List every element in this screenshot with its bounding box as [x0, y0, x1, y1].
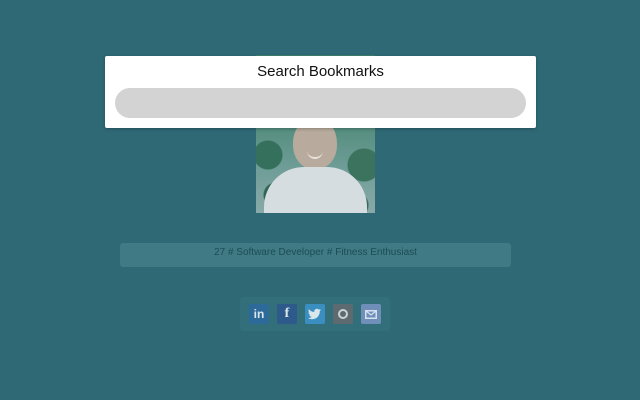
instagram-icon[interactable] [333, 304, 353, 324]
twitter-icon[interactable] [305, 304, 325, 324]
envelope-glyph [365, 309, 377, 319]
tagline-text: 27 # Software Developer # Fitness Enthus… [214, 247, 417, 258]
twitter-bird-glyph [308, 308, 321, 320]
search-bookmarks-input[interactable] [115, 88, 526, 118]
dialog-title: Search Bookmarks [257, 63, 384, 80]
linkedin-icon[interactable]: in [249, 304, 269, 324]
search-bookmarks-dialog: Search Bookmarks [105, 56, 536, 128]
social-links: in f [240, 297, 390, 331]
email-icon[interactable] [361, 304, 381, 324]
facebook-icon[interactable]: f [277, 304, 297, 324]
tagline-bar: 27 # Software Developer # Fitness Enthus… [120, 243, 511, 267]
linkedin-glyph: in [253, 307, 265, 321]
instagram-lens [338, 309, 348, 319]
facebook-glyph: f [284, 306, 290, 321]
